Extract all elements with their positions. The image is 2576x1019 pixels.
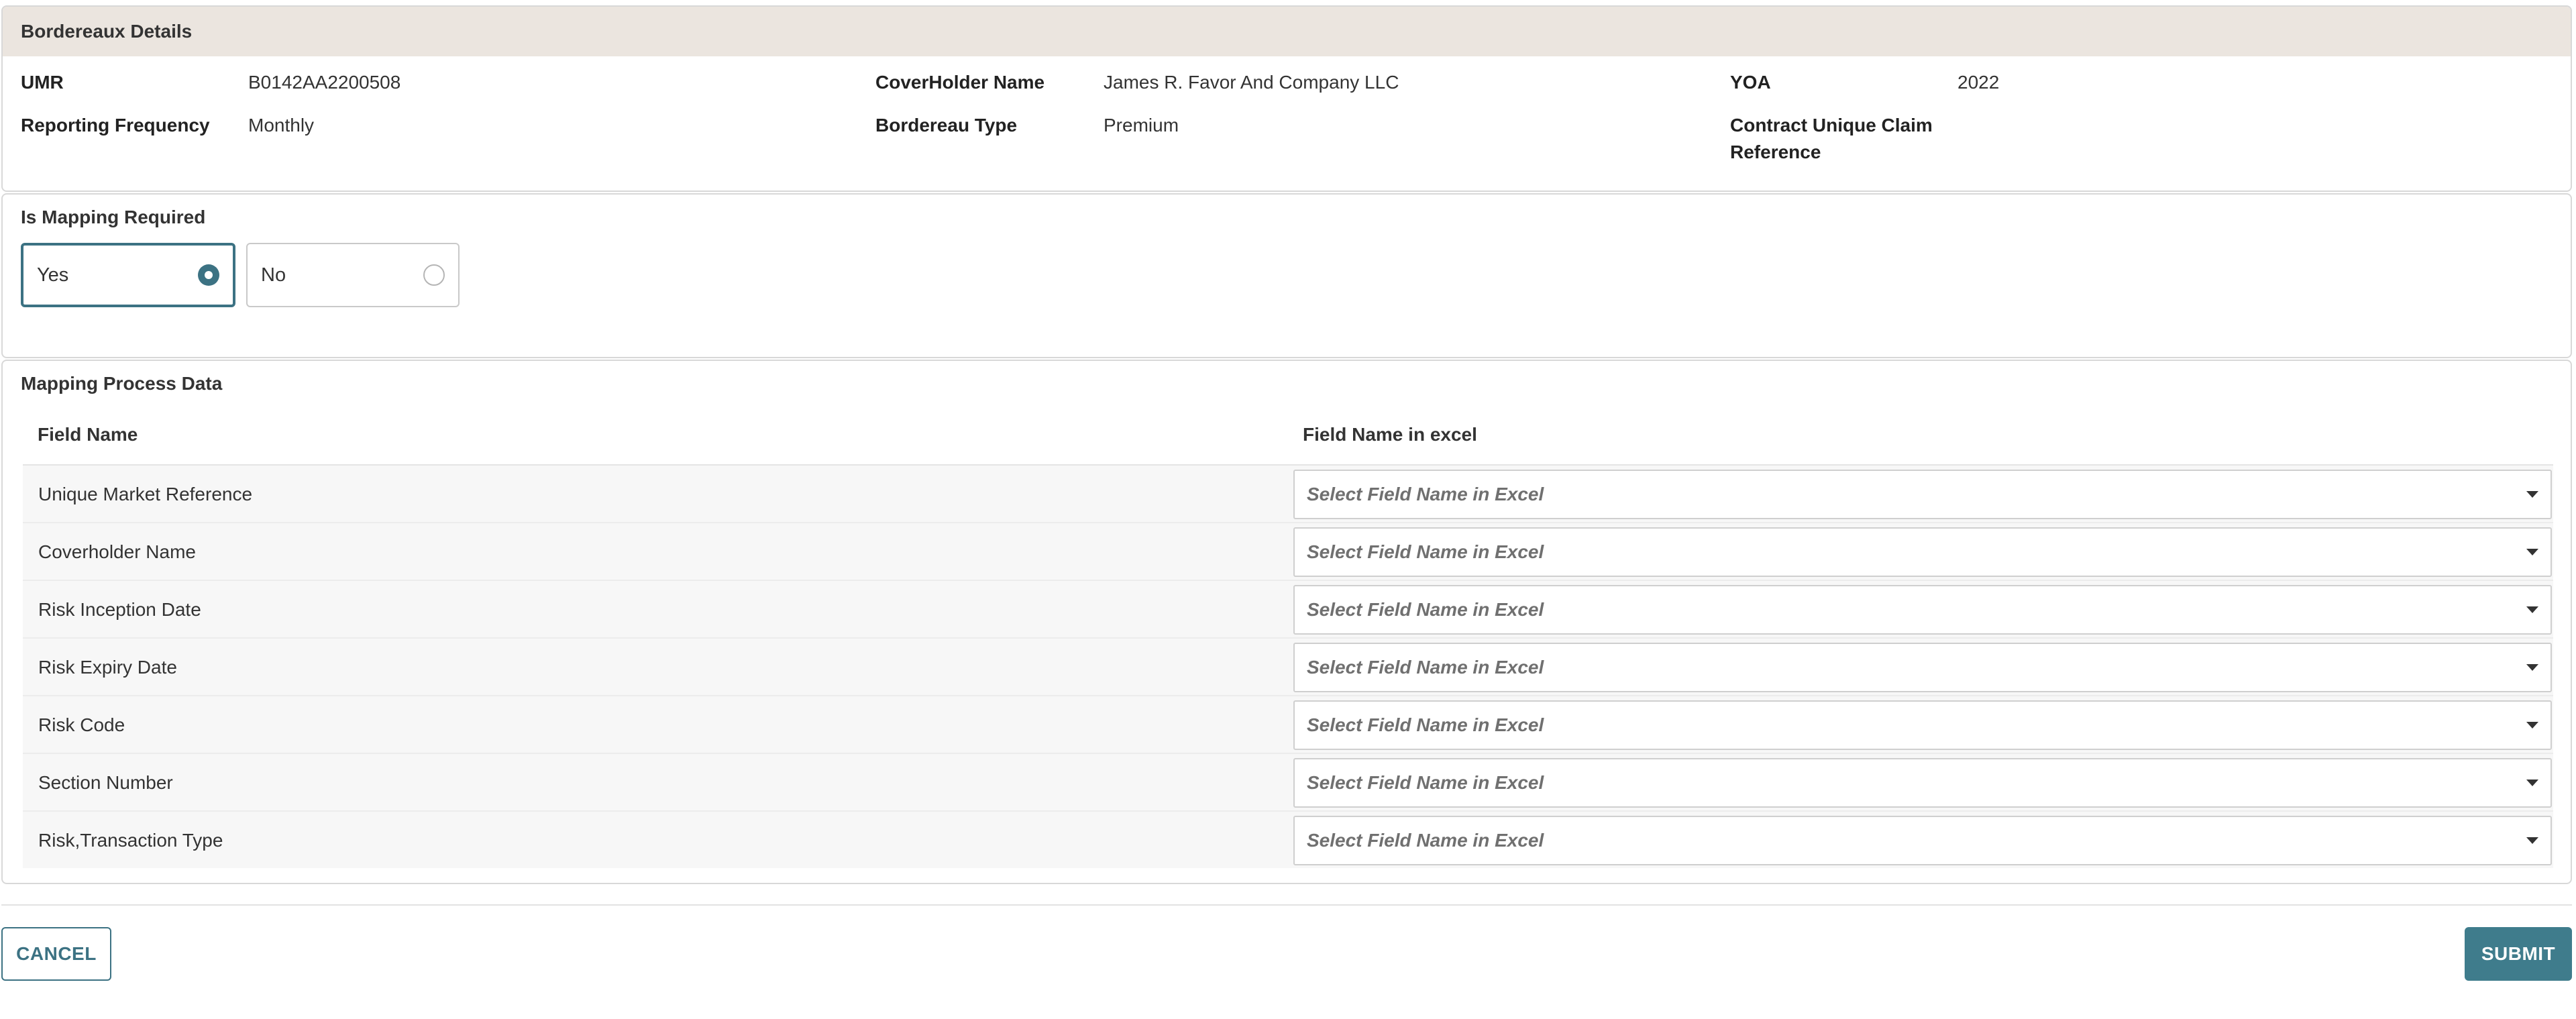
radio-unselected-icon[interactable] (423, 264, 445, 286)
mapping-required-no-option[interactable]: No (246, 243, 460, 307)
table-row: Risk Expiry Date Select Field Name in Ex… (23, 637, 2553, 695)
yoa-label: YOA (1730, 72, 1771, 93)
table-row: Coverholder Name Select Field Name in Ex… (23, 522, 2553, 580)
umr-value: B0142AA2200508 (248, 72, 401, 93)
yoa-value: 2022 (1957, 72, 2000, 93)
umr-label: UMR (21, 72, 64, 93)
select-placeholder: Select Field Name in Excel (1307, 772, 1544, 793)
bordereaux-mapping-page: Bordereaux Details UMR B0142AA2200508 Co… (0, 0, 2576, 1019)
select-placeholder: Select Field Name in Excel (1307, 657, 1544, 678)
no-option-label: No (261, 264, 286, 286)
field-name-cell: Risk Expiry Date (38, 657, 177, 678)
mapping-table: Unique Market Reference Select Field Nam… (23, 464, 2553, 868)
bordereaux-details-title: Bordereaux Details (3, 7, 2571, 56)
bordereaux-details-panel: Bordereaux Details UMR B0142AA2200508 Co… (1, 5, 2572, 192)
coverholder-name-value: James R. Favor And Company LLC (1104, 72, 1399, 93)
chevron-down-icon[interactable] (2526, 549, 2538, 555)
field-name-cell: Risk Inception Date (38, 599, 201, 620)
excel-field-select[interactable]: Select Field Name in Excel (1293, 700, 2552, 750)
mapping-process-data-panel: Mapping Process Data Field Name Field Na… (1, 360, 2572, 884)
excel-field-select[interactable]: Select Field Name in Excel (1293, 643, 2552, 692)
cancel-button[interactable]: CANCEL (1, 927, 111, 981)
contract-unique-claim-reference-label-line2: Reference (1730, 142, 1821, 162)
table-row: Risk Code Select Field Name in Excel (23, 695, 2553, 753)
field-name-cell: Section Number (38, 772, 173, 793)
mapping-required-title: Is Mapping Required (21, 207, 206, 227)
radio-selected-icon[interactable] (198, 264, 219, 286)
excel-field-select[interactable]: Select Field Name in Excel (1293, 758, 2552, 808)
mapping-process-data-title: Mapping Process Data (21, 373, 223, 394)
select-placeholder: Select Field Name in Excel (1307, 599, 1544, 620)
reporting-frequency-value: Monthly (248, 115, 315, 136)
footer-divider (1, 904, 2572, 906)
excel-field-select[interactable]: Select Field Name in Excel (1293, 470, 2552, 519)
field-name-in-excel-column-header: Field Name in excel (1303, 424, 1477, 445)
yes-option-label: Yes (37, 264, 69, 286)
chevron-down-icon[interactable] (2526, 780, 2538, 786)
select-placeholder: Select Field Name in Excel (1307, 714, 1544, 735)
field-name-cell: Risk,Transaction Type (38, 830, 223, 851)
select-placeholder: Select Field Name in Excel (1307, 830, 1544, 851)
table-row: Unique Market Reference Select Field Nam… (23, 464, 2553, 522)
chevron-down-icon[interactable] (2526, 491, 2538, 498)
select-placeholder: Select Field Name in Excel (1307, 541, 1544, 562)
mapping-required-panel: Is Mapping Required Yes No (1, 193, 2572, 358)
excel-field-select[interactable]: Select Field Name in Excel (1293, 527, 2552, 577)
excel-field-select[interactable]: Select Field Name in Excel (1293, 585, 2552, 635)
field-name-cell: Coverholder Name (38, 541, 196, 562)
chevron-down-icon[interactable] (2526, 664, 2538, 671)
select-placeholder: Select Field Name in Excel (1307, 484, 1544, 504)
coverholder-name-label: CoverHolder Name (875, 72, 1045, 93)
table-row: Risk Inception Date Select Field Name in… (23, 580, 2553, 637)
table-row: Risk,Transaction Type Select Field Name … (23, 810, 2553, 868)
chevron-down-icon[interactable] (2526, 837, 2538, 844)
chevron-down-icon[interactable] (2526, 722, 2538, 729)
submit-button[interactable]: SUBMIT (2465, 927, 2572, 981)
bordereau-type-value: Premium (1104, 115, 1179, 136)
bordereau-type-label: Bordereau Type (875, 115, 1018, 136)
field-name-column-header: Field Name (38, 424, 138, 445)
mapping-required-yes-option[interactable]: Yes (21, 243, 235, 307)
chevron-down-icon[interactable] (2526, 606, 2538, 613)
excel-field-select[interactable]: Select Field Name in Excel (1293, 816, 2552, 865)
field-name-cell: Unique Market Reference (38, 484, 253, 504)
reporting-frequency-label: Reporting Frequency (21, 115, 210, 136)
contract-unique-claim-reference-label-line1: Contract Unique Claim (1730, 115, 1933, 136)
field-name-cell: Risk Code (38, 714, 125, 735)
table-row: Section Number Select Field Name in Exce… (23, 753, 2553, 810)
